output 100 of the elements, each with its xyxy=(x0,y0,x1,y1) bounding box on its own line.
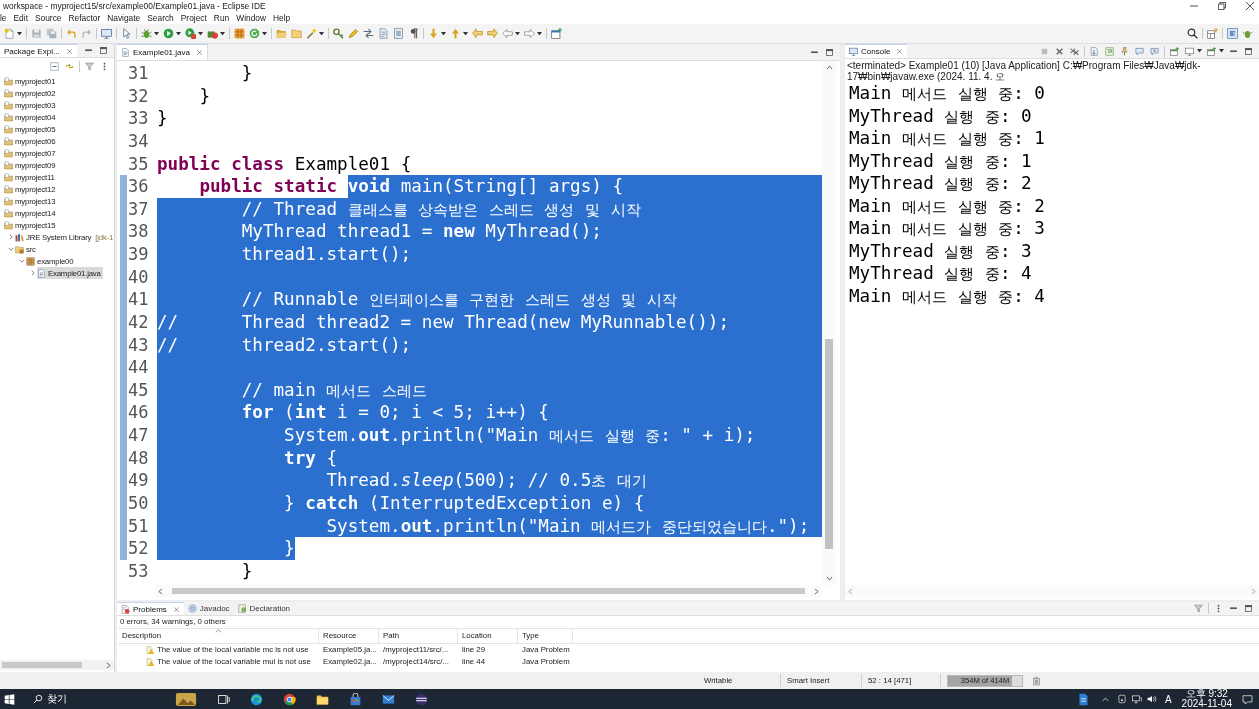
pen-icon[interactable] xyxy=(348,28,359,39)
striped-circle-icon[interactable] xyxy=(415,692,428,706)
menu-item[interactable]: Navigate xyxy=(107,11,141,24)
chevron-icon[interactable] xyxy=(7,246,14,252)
dropdown-caret-icon[interactable] xyxy=(441,31,446,36)
menu-item[interactable]: Refactor xyxy=(68,11,101,24)
new-window-icon[interactable] xyxy=(1170,46,1179,56)
clock-time[interactable]: 오후 9:32 xyxy=(1185,689,1228,699)
chevron-icon[interactable] xyxy=(7,234,14,240)
menu-item[interactable]: Window xyxy=(236,11,267,24)
device-icon[interactable] xyxy=(1116,694,1127,704)
square-arrow-icon[interactable] xyxy=(1227,28,1238,39)
horizontal-scrollbar[interactable] xyxy=(0,660,114,670)
task-view-icon[interactable] xyxy=(217,692,230,706)
menu-item[interactable]: le xyxy=(0,11,7,24)
back-arrow-icon[interactable] xyxy=(472,28,483,39)
wand-icon[interactable] xyxy=(306,28,317,39)
maximize-icon[interactable] xyxy=(1244,604,1253,613)
circle-logo-icon[interactable] xyxy=(283,692,296,706)
menu-item[interactable]: Search xyxy=(147,11,174,24)
envelope-icon[interactable] xyxy=(382,692,395,706)
collapse-all-icon[interactable] xyxy=(50,62,59,71)
speech-bubble-icon[interactable] xyxy=(1135,46,1144,56)
selected-code: } catch (InterruptedException e) { xyxy=(157,491,645,515)
dropdown-caret-icon[interactable] xyxy=(154,31,159,36)
chevron-up-icon[interactable] xyxy=(1101,696,1109,702)
filter-icon[interactable] xyxy=(85,62,94,71)
layout-plus-icon[interactable] xyxy=(1207,28,1218,39)
horizontal-scrollbar[interactable] xyxy=(155,585,822,597)
grid-icon[interactable] xyxy=(234,28,245,39)
scrollbar-thumb[interactable] xyxy=(825,339,833,549)
view-tab[interactable]: Package Expl... xyxy=(0,44,77,57)
picture-icon[interactable] xyxy=(175,691,197,707)
remove-all-icon[interactable] xyxy=(1070,46,1079,56)
pin-icon[interactable] xyxy=(1120,46,1129,56)
document-icon[interactable] xyxy=(1076,692,1090,706)
search-button[interactable]: 찾기 xyxy=(33,692,67,706)
maximize-icon[interactable] xyxy=(1244,46,1253,56)
start-menu-icon[interactable] xyxy=(4,693,15,705)
dropdown-caret-icon[interactable] xyxy=(220,31,225,36)
notification-icon[interactable] xyxy=(1242,693,1253,705)
chevron-icon[interactable] xyxy=(18,258,25,264)
menu-item[interactable]: Edit xyxy=(13,11,28,24)
dropdown-caret-icon[interactable] xyxy=(262,31,267,36)
menu-item[interactable]: Help xyxy=(273,11,291,24)
bug-icon[interactable] xyxy=(1242,28,1253,39)
menu-item[interactable]: Run xyxy=(213,11,230,24)
arrows-icon[interactable] xyxy=(363,28,374,39)
search-icon[interactable] xyxy=(1187,28,1198,39)
dropdown-caret-icon[interactable] xyxy=(515,31,520,36)
new-window-icon[interactable] xyxy=(551,28,562,39)
browser-icon[interactable] xyxy=(250,692,263,706)
restore-icon[interactable] xyxy=(1218,1,1226,10)
network-icon[interactable] xyxy=(1131,694,1142,704)
dropdown-caret-icon[interactable] xyxy=(198,31,203,36)
maximize-icon[interactable] xyxy=(99,46,108,55)
speaker-icon[interactable] xyxy=(1146,694,1157,704)
link-icon[interactable] xyxy=(65,62,74,71)
maximize-icon[interactable] xyxy=(825,47,834,57)
scrollbar-thumb[interactable] xyxy=(172,588,805,594)
input-method-indicator[interactable]: A xyxy=(1164,693,1172,705)
menu-item[interactable]: Source xyxy=(34,11,62,24)
view-tab[interactable]: Problems xyxy=(117,602,184,615)
line-number: 44 xyxy=(127,356,150,379)
editor-tab[interactable]: Example01.java xyxy=(117,44,208,60)
close-icon[interactable] xyxy=(1246,1,1254,10)
new-window-icon[interactable] xyxy=(1207,46,1216,56)
filter-icon[interactable] xyxy=(1194,604,1203,613)
key-icon[interactable] xyxy=(333,28,344,39)
forward-arrow-icon[interactable] xyxy=(487,28,498,39)
view-tab[interactable]: Declaration xyxy=(233,602,295,615)
menu-item[interactable]: Project xyxy=(180,11,207,24)
horizontal-scrollbar[interactable] xyxy=(845,585,1259,597)
speech-bubble-icon[interactable] xyxy=(1150,46,1159,56)
dropdown-caret-icon[interactable] xyxy=(537,31,542,36)
view-tab[interactable]: Console xyxy=(845,44,908,58)
pilcrow-icon[interactable] xyxy=(408,28,419,39)
clock-date[interactable]: 2024-11-04 xyxy=(1181,699,1232,709)
word-wrap-icon[interactable] xyxy=(1105,46,1114,56)
dropdown-caret-icon[interactable] xyxy=(1197,49,1202,53)
project-folder-icon xyxy=(4,160,13,170)
dropdown-caret-icon[interactable] xyxy=(319,31,324,36)
dropdown-caret-icon[interactable] xyxy=(1219,49,1224,53)
document-arrow-icon[interactable] xyxy=(1090,46,1099,56)
shopping-bag-icon[interactable] xyxy=(349,692,362,706)
dropdown-caret-icon[interactable] xyxy=(17,31,22,36)
monitor-icon[interactable] xyxy=(101,28,112,39)
scrollbar-thumb[interactable] xyxy=(2,662,82,668)
curved-arrow-icon[interactable] xyxy=(66,28,77,39)
vertical-scrollbar[interactable] xyxy=(822,61,836,585)
view-tab[interactable]: Javadoc xyxy=(183,602,234,615)
remove-icon[interactable] xyxy=(1055,46,1064,56)
project-folder-icon xyxy=(4,76,13,86)
folder-icon[interactable] xyxy=(316,692,329,706)
trash-icon[interactable] xyxy=(1032,675,1041,686)
dropdown-caret-icon[interactable] xyxy=(176,31,181,36)
chevron-icon[interactable] xyxy=(29,270,36,276)
dropdown-caret-icon[interactable] xyxy=(463,31,468,36)
cursor-icon[interactable] xyxy=(121,28,132,39)
search-icon xyxy=(33,694,43,704)
